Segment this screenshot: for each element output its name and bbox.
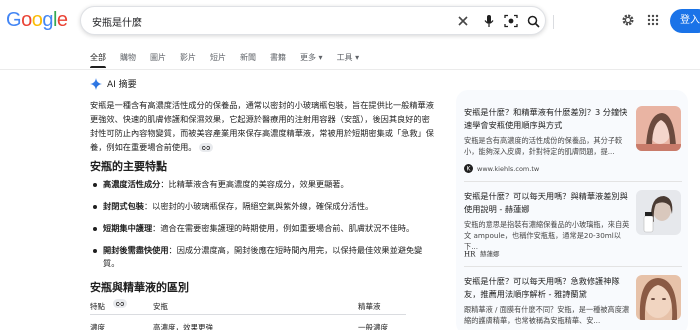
section-title-comparison: 安瓶與精華液的區別 <box>90 281 189 294</box>
search-icon[interactable] <box>525 13 541 29</box>
comparison-table-header: 特點 安瓶 精華液 <box>90 298 406 314</box>
intro-text: 安瓶是一種含有高濃度活性成分的保養品，通常以密封的小玻璃瓶包裝，旨在提供比一般精… <box>90 100 434 152</box>
bullet-text: ：以密封的小玻璃瓶保存，隔絕空氣與紫外線，確保成分活性。 <box>143 201 374 211</box>
ai-overview-intro: 安瓶是一種含有高濃度活性成分的保養品，通常以密封的小玻璃瓶包裝，旨在提供比一般精… <box>90 98 435 154</box>
search-tabs: 全部 購物 圖片 影片 短片 新聞 書籍 更多 ▾ 工具 ▾ <box>90 52 373 68</box>
google-logo[interactable]: Google <box>6 9 68 32</box>
tab-books[interactable]: 書籍 <box>270 52 286 63</box>
login-button[interactable]: 登入 <box>670 9 700 33</box>
logo-letter: o <box>31 9 43 31</box>
bullet-text: ：適合在需要密集護理的時期使用，例如重要場合前、肌膚狀況不佳時。 <box>152 223 415 233</box>
table-header-cell: 精華液 <box>358 302 381 311</box>
settings-gear-icon[interactable] <box>620 12 636 28</box>
list-item: 開封後需盡快使用：因成分濃度高，開封後應在短時間內用完，以保持最佳效果並避免變質… <box>90 244 435 270</box>
source-title[interactable]: 安瓶是什麼？和精華液有什麼差別？3 分鐘快速學會安瓶使用順序與方式 <box>464 106 632 132</box>
svg-text:HR: HR <box>464 250 476 258</box>
source-card-3[interactable]: 安瓶是什麼？可以每天用嗎？急救修護神隊友，推薦用法順序解析 - 雅詩蘭黛 跟精華… <box>464 275 686 330</box>
thumbnail-image[interactable] <box>636 106 681 151</box>
source-name: 赫蓮娜 <box>480 250 500 258</box>
ai-sparkle-icon <box>90 77 102 90</box>
table-cell: 高濃度，效果更強 <box>153 323 213 330</box>
tab-news[interactable]: 新聞 <box>240 52 256 63</box>
table-cell: 一般濃度 <box>358 323 388 330</box>
tab-tools[interactable]: 工具 ▾ <box>337 52 360 63</box>
helena-rubinstein-favicon-icon: HR <box>464 250 476 258</box>
bullet-term: 封閉式包裝 <box>103 201 144 211</box>
logo-letter: G <box>6 9 22 31</box>
microphone-icon[interactable] <box>481 13 497 29</box>
camera-search-icon[interactable] <box>503 13 519 29</box>
tab-short-videos[interactable]: 短片 <box>210 52 226 63</box>
search-box[interactable]: 安瓶是什麼 <box>80 6 554 35</box>
kiehls-favicon-icon: K <box>464 164 473 173</box>
clear-icon[interactable] <box>455 13 471 29</box>
tab-shopping[interactable]: 購物 <box>120 52 136 63</box>
apps-grid-icon[interactable] <box>645 12 661 28</box>
table-row: 濃度 高濃度，效果更強 一般濃度 <box>90 322 406 330</box>
table-cell: 濃度 <box>90 323 105 330</box>
source-site[interactable]: HR 赫蓮娜 <box>464 248 500 258</box>
table-header-cell: 特點 <box>90 302 105 311</box>
section-title-features: 安瓶的主要特點 <box>90 160 167 173</box>
bullet-term: 開封後需盡快使用 <box>103 245 169 255</box>
source-site[interactable]: K www.kiehls.com.tw <box>464 164 539 173</box>
tab-images[interactable]: 圖片 <box>150 52 166 63</box>
bullet-text: ：比精華液含有更高濃度的美容成分，效果更顯著。 <box>160 179 349 189</box>
features-list: 高濃度活性成分：比精華液含有更高濃度的美容成分，效果更顯著。 封閉式包裝：以密封… <box>90 178 435 279</box>
link-citation-icon[interactable] <box>113 299 127 308</box>
logo-letter: o <box>21 9 32 31</box>
source-snippet: 跟精華液 / 面膜有什麼不同？安瓶，是一種被高度濃縮的護膚精華，也常被稱為安瓶精… <box>464 305 630 325</box>
logo-letter: e <box>56 9 68 31</box>
tab-videos[interactable]: 影片 <box>180 52 196 63</box>
thumbnail-image[interactable] <box>636 275 681 320</box>
card-divider <box>464 181 682 182</box>
search-input[interactable]: 安瓶是什麼 <box>92 14 142 29</box>
source-title[interactable]: 安瓶是什麼？可以每天用嗎？與精華液差別與使用說明 - 赫蓮娜 <box>464 190 632 216</box>
tabs-divider <box>0 69 700 70</box>
ai-overview-label: AI 摘要 <box>107 80 137 90</box>
list-item: 高濃度活性成分：比精華液含有更高濃度的美容成分，效果更顯著。 <box>90 178 435 191</box>
card-divider <box>464 266 682 267</box>
ai-overview-header: AI 摘要 <box>90 77 137 90</box>
tab-all[interactable]: 全部 <box>90 52 106 68</box>
link-citation-icon[interactable] <box>199 143 214 152</box>
table-divider <box>90 314 406 315</box>
source-name: www.kiehls.com.tw <box>477 164 540 173</box>
source-card-1[interactable]: 安瓶是什麼？和精華液有什麼差別？3 分鐘快速學會安瓶使用順序與方式 安瓶是含有高… <box>464 106 686 176</box>
source-snippet: 安瓶是含有高濃度的活性成份的保養品，其分子較小，能夠深入皮膚，針對特定的肌膚問題… <box>464 136 623 156</box>
bullet-term: 高濃度活性成分 <box>103 179 161 189</box>
source-title[interactable]: 安瓶是什麼？可以每天用嗎？急救修護神隊友，推薦用法順序解析 - 雅詩蘭黛 <box>464 275 632 301</box>
table-header-cell: 安瓶 <box>153 302 168 311</box>
logo-letter: g <box>42 9 53 31</box>
divider <box>553 15 554 29</box>
list-item: 短期集中護理：適合在需要密集護理的時期使用，例如重要場合前、肌膚狀況不佳時。 <box>90 222 435 235</box>
list-item: 封閉式包裝：以密封的小玻璃瓶保存，隔絕空氣與紫外線，確保成分活性。 <box>90 200 435 213</box>
tab-more[interactable]: 更多 ▾ <box>300 52 323 63</box>
source-card-2[interactable]: 安瓶是什麼？可以每天用嗎？與精華液差別與使用說明 - 赫蓮娜 安瓶的意思是指裝有… <box>464 190 686 260</box>
thumbnail-image[interactable] <box>636 190 681 235</box>
bullet-term: 短期集中護理 <box>103 223 153 233</box>
